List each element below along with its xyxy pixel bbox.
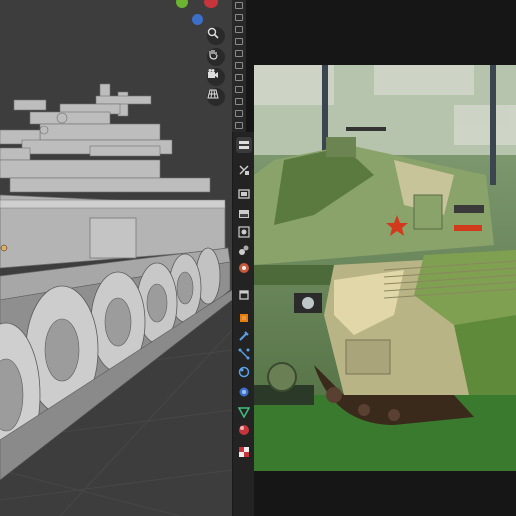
properties-tab-bar	[232, 132, 255, 516]
camera-icon[interactable]	[235, 14, 243, 21]
camera-icon[interactable]	[235, 50, 243, 57]
3d-viewport[interactable]	[0, 0, 232, 516]
camera-icon[interactable]	[235, 2, 243, 9]
tank-model	[0, 83, 232, 516]
view-layer-icon[interactable]	[236, 206, 252, 222]
hand-pan-icon[interactable]	[207, 48, 225, 66]
constraints-icon[interactable]	[236, 364, 252, 380]
camera-icon[interactable]	[235, 74, 243, 81]
output-icon[interactable]	[236, 186, 252, 202]
modifier-icon[interactable]	[236, 310, 252, 326]
physics-icon[interactable]	[236, 346, 252, 362]
render-icon[interactable]	[236, 162, 252, 178]
camera-icon[interactable]	[235, 86, 243, 93]
camera-icon[interactable]	[235, 38, 243, 45]
texture-icon[interactable]	[236, 422, 252, 438]
object-icon[interactable]	[236, 287, 252, 303]
grid-ortho-icon[interactable]	[207, 88, 225, 106]
camera-icon[interactable]	[207, 68, 225, 86]
tank-reference-photo	[254, 65, 516, 471]
data-icon[interactable]	[236, 384, 252, 400]
camera-icon[interactable]	[235, 110, 243, 117]
world-icon[interactable]	[236, 242, 252, 258]
camera-icon[interactable]	[235, 98, 243, 105]
material-icon[interactable]	[236, 404, 252, 420]
camera-icon[interactable]	[235, 26, 243, 33]
collection-icon[interactable]	[236, 260, 252, 276]
scene-icon[interactable]	[236, 224, 252, 240]
zoom-icon[interactable]	[207, 27, 225, 45]
camera-icon[interactable]	[235, 122, 243, 129]
particles-icon[interactable]	[236, 328, 252, 344]
checker-texture-icon[interactable]	[236, 444, 252, 460]
tool-icon[interactable]	[236, 137, 252, 153]
outliner-restrict-column	[232, 0, 246, 132]
camera-icon[interactable]	[235, 62, 243, 69]
gizmo-z-axis[interactable]	[192, 14, 203, 25]
